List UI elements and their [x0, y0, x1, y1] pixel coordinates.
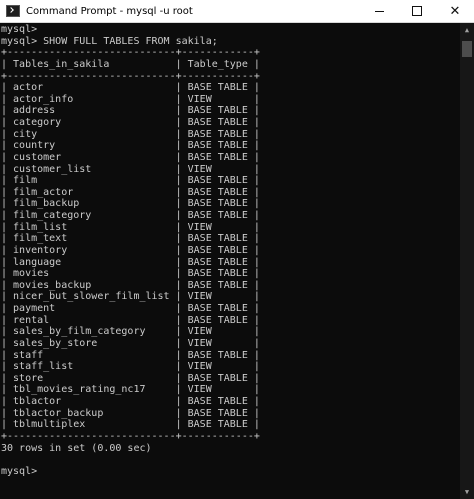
terminal-line: | store | BASE TABLE | [1, 372, 260, 384]
title-bar[interactable]: Command Prompt - mysql -u root ✕ [0, 0, 474, 23]
terminal-line: | country | BASE TABLE | [1, 140, 260, 152]
terminal-line: | film_list | VIEW | [1, 221, 260, 233]
terminal-line: +----------------------------+----------… [1, 430, 260, 442]
window-title: Command Prompt - mysql -u root [26, 5, 193, 17]
terminal-line: | actor | BASE TABLE | [1, 82, 260, 94]
scroll-down-arrow-icon[interactable]: ▼ [460, 485, 474, 499]
terminal-line: | staff_list | VIEW | [1, 361, 260, 373]
terminal-line: | address | BASE TABLE | [1, 105, 260, 117]
terminal-text: mysql> mysql> SHOW FULL TABLES FROM saki… [0, 23, 460, 477]
minimize-icon [374, 10, 384, 12]
terminal-line: | Tables_in_sakila | Table_type | [1, 58, 260, 70]
terminal-line: | city | BASE TABLE | [1, 128, 260, 140]
terminal-line: | film_category | BASE TABLE | [1, 210, 260, 221]
terminal-line: | rental | BASE TABLE | [1, 314, 260, 326]
terminal-line: | sales_by_film_category | VIEW | [1, 326, 260, 338]
terminal-line: | sales_by_store | VIEW | [1, 337, 260, 349]
scroll-thumb[interactable] [462, 41, 472, 57]
terminal-line: | film | BASE TABLE | [1, 175, 260, 187]
terminal-line: | film_actor | BASE TABLE | [1, 186, 260, 198]
terminal-line: mysql> [1, 24, 38, 35]
close-icon: ✕ [449, 3, 461, 19]
terminal-line: | staff | BASE TABLE | [1, 349, 260, 361]
terminal-line: | film_text | BASE TABLE | [1, 233, 260, 245]
terminal-line: | category | BASE TABLE | [1, 117, 260, 128]
terminal-line: | film_backup | BASE TABLE | [1, 198, 260, 210]
terminal-line: | actor_info | VIEW | [1, 93, 260, 105]
terminal-line: mysql> SHOW FULL TABLES FROM sakila; [1, 35, 218, 47]
cmd-icon[interactable] [6, 5, 20, 17]
terminal-line: | nicer_but_slower_film_list | VIEW | [1, 291, 260, 303]
terminal-line: | inventory | BASE TABLE | [1, 244, 260, 256]
terminal-line: | movies | BASE TABLE | [1, 268, 260, 280]
vertical-scrollbar[interactable]: ▲ ▼ [460, 23, 474, 499]
command-prompt-window: Command Prompt - mysql -u root ✕ mysql> … [0, 0, 474, 499]
terminal-line: | tblmultiplex | BASE TABLE | [1, 419, 260, 431]
terminal-line: | language | BASE TABLE | [1, 256, 260, 268]
terminal-line: mysql> [1, 465, 38, 477]
terminal-line: | customer_list | VIEW | [1, 163, 260, 175]
terminal-line: 30 rows in set (0.00 sec) [1, 442, 152, 454]
console-output[interactable]: mysql> mysql> SHOW FULL TABLES FROM saki… [0, 23, 460, 499]
minimize-button[interactable] [360, 0, 398, 22]
terminal-line: | tbl_movies_rating_nc17 | VIEW | [1, 384, 260, 396]
scroll-up-arrow-icon[interactable]: ▲ [460, 23, 474, 37]
terminal-line: +----------------------------+----------… [1, 70, 260, 82]
terminal-line: | tblactor_backup | BASE TABLE | [1, 407, 260, 419]
terminal-line: | movies_backup | BASE TABLE | [1, 279, 260, 291]
maximize-button[interactable] [398, 0, 436, 22]
terminal-line: | payment | BASE TABLE | [1, 303, 260, 314]
close-button[interactable]: ✕ [436, 0, 474, 22]
terminal-line: | customer | BASE TABLE | [1, 151, 260, 163]
terminal-line: | tblactor | BASE TABLE | [1, 396, 260, 407]
maximize-icon [412, 6, 422, 16]
terminal-line: +----------------------------+----------… [1, 47, 260, 59]
